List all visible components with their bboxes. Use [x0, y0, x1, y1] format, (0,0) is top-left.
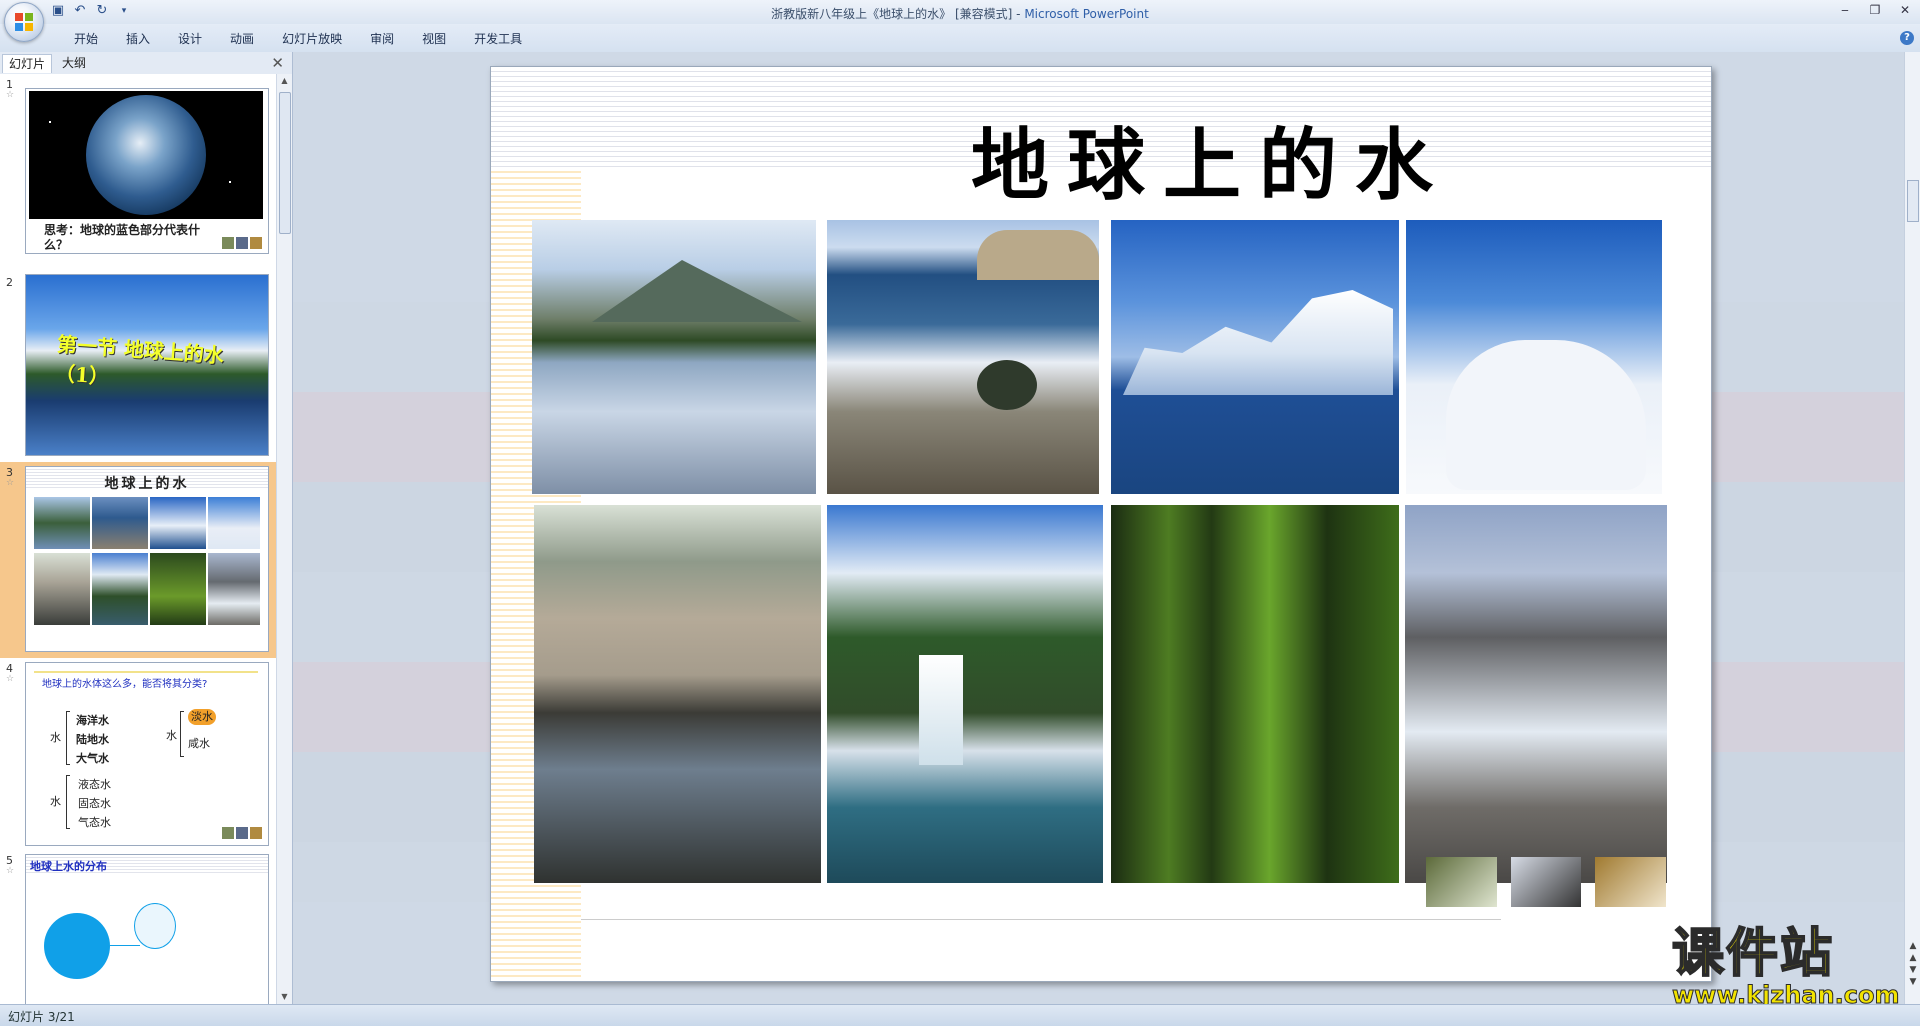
- clouds-sky-photo[interactable]: [1406, 220, 1662, 494]
- scroll-thumb[interactable]: [1907, 180, 1919, 222]
- tab-animations[interactable]: 动画: [216, 30, 268, 48]
- current-slide[interactable]: 地球上的水: [490, 66, 1712, 982]
- slide-title[interactable]: 地球上的水: [791, 103, 1631, 215]
- thumbnail-slide: 地球上的水: [25, 466, 269, 652]
- prev-slide-icon[interactable]: ▲ ▲: [1905, 940, 1920, 964]
- glacier-photo[interactable]: [1405, 505, 1667, 883]
- panel-scrollbar[interactable]: ▲ ▼: [276, 74, 292, 1004]
- thumbnail-heading: 地球上的水体这么多，能否将其分类?: [42, 679, 208, 690]
- nav-buttons: [222, 237, 262, 249]
- thumbnail-1[interactable]: 1 ☆ 思考：地球的蓝色部分代表什么？: [0, 74, 276, 272]
- tab-home[interactable]: 开始: [60, 30, 112, 48]
- water-label: 水: [166, 729, 177, 742]
- tab-outline[interactable]: 大纲: [56, 54, 92, 72]
- scroll-up-icon[interactable]: ▲: [277, 74, 292, 88]
- thumbnail-5[interactable]: 5 ☆ 地球上水的分布: [0, 850, 276, 1004]
- iceberg-photo[interactable]: [1111, 220, 1399, 494]
- nav-buttons: [222, 827, 262, 839]
- thumbnail-2[interactable]: 2 第一节 地球上的水（1）: [0, 272, 276, 462]
- spring-pool-photo[interactable]: [534, 505, 821, 883]
- tab-developer[interactable]: 开发工具: [460, 30, 536, 48]
- status-bar: 幻灯片 3/21: [0, 1004, 1920, 1026]
- nav-buttons: [1426, 857, 1667, 917]
- office-button[interactable]: [4, 2, 44, 42]
- close-icon[interactable]: ✕: [271, 54, 284, 72]
- office-logo-icon: [15, 13, 33, 31]
- title-bar: ▣ ↶ ↻ ▾ 浙教版新八年级上《地球上的水》 [兼容模式] - Microso…: [0, 0, 1920, 42]
- restore-icon[interactable]: ❐: [1860, 0, 1890, 20]
- tab-insert[interactable]: 插入: [112, 30, 164, 48]
- ocean-shore-photo[interactable]: [827, 220, 1099, 494]
- classification-list-3: 淡水 咸水: [188, 709, 216, 757]
- thumbnail-slide: 地球上水的分布: [25, 854, 269, 1004]
- star-icon: ☆: [6, 478, 15, 488]
- panel-tabs: 幻灯片 大纲 ✕: [0, 52, 292, 75]
- pie-detail-icon: [134, 903, 176, 949]
- forest-photo[interactable]: [1111, 505, 1399, 883]
- next-slide-icon[interactable]: ▼ ▼: [1905, 964, 1920, 988]
- tab-view[interactable]: 视图: [408, 30, 460, 48]
- star-icon: ☆: [6, 674, 15, 684]
- classification-list-2: 液态水 固态水 气态水: [78, 778, 111, 829]
- water-label: 水: [50, 795, 61, 808]
- window-title-text: 浙教版新八年级上《地球上的水》 [兼容模式] -: [771, 7, 1021, 21]
- pie-chart-icon: [44, 913, 110, 979]
- ribbon-tabs: 开始 插入 设计 动画 幻灯片放映 审阅 视图 开发工具: [60, 30, 536, 48]
- window-controls: ‒ ❐ ✕: [1830, 0, 1920, 20]
- close-icon[interactable]: ✕: [1890, 0, 1920, 20]
- tab-review[interactable]: 审阅: [356, 30, 408, 48]
- slide-counter: 幻灯片 3/21: [8, 1010, 75, 1024]
- minimize-icon[interactable]: ‒: [1830, 0, 1860, 20]
- tab-slideshow[interactable]: 幻灯片放映: [268, 30, 356, 48]
- star-icon: ☆: [6, 90, 15, 100]
- tab-slides[interactable]: 幻灯片: [2, 54, 53, 73]
- star-icon: ☆: [6, 866, 15, 876]
- nav-prev-icon[interactable]: [1426, 857, 1497, 907]
- help-icon[interactable]: ?: [1900, 31, 1914, 45]
- thumbnail-list: 1 ☆ 思考：地球的蓝色部分代表什么？ 2 第一节 地球上的水（1） 3 ☆ 地…: [0, 74, 276, 1004]
- thumbnail-slide: 第一节 地球上的水（1）: [25, 274, 269, 456]
- editor-scrollbar[interactable]: ▲ ▲ ▼ ▼: [1904, 52, 1920, 1004]
- watermark: 课件站 www.kjzhan.com: [1671, 924, 1904, 1009]
- thumbnail-slide: 思考：地球的蓝色部分代表什么？: [25, 88, 269, 254]
- window-title: 浙教版新八年级上《地球上的水》 [兼容模式] - Microsoft Power…: [0, 5, 1920, 22]
- thumbnail-heading: 地球上水的分布: [30, 860, 107, 873]
- water-label: 水: [50, 731, 61, 744]
- thumbnail-number: 2: [6, 276, 13, 289]
- scroll-thumb[interactable]: [279, 92, 291, 234]
- nav-next-icon[interactable]: [1595, 857, 1667, 907]
- thumbnail-slide: 地球上的水体这么多，能否将其分类? 水 海洋水 陆地水 大气水 水 液态水 固态…: [25, 662, 269, 846]
- nav-home-icon[interactable]: [1510, 857, 1582, 907]
- earth-image: [29, 91, 263, 219]
- app-name: Microsoft PowerPoint: [1024, 7, 1149, 21]
- thumbnail-4[interactable]: 4 ☆ 地球上的水体这么多，能否将其分类? 水 海洋水 陆地水 大气水 水 液态…: [0, 658, 276, 850]
- classification-list-1: 海洋水 陆地水 大气水: [76, 714, 109, 765]
- watermark-text: 课件站: [1671, 924, 1835, 984]
- thumbnail-3[interactable]: 3 ☆ 地球上的水: [0, 462, 276, 658]
- slides-panel: 幻灯片 大纲 ✕ 1 ☆ 思考：地球的蓝色部分代表什么？ 2 第一节 地球上的水…: [0, 52, 293, 1004]
- mountain-lake-photo[interactable]: [532, 220, 816, 494]
- waterfall-photo[interactable]: [827, 505, 1103, 883]
- tab-design[interactable]: 设计: [164, 30, 216, 48]
- ribbon: 开始 插入 设计 动画 幻灯片放映 审阅 视图 开发工具 ?: [0, 24, 1920, 53]
- scroll-down-icon[interactable]: ▼: [277, 990, 292, 1004]
- thumbnail-title: 地球上的水: [104, 476, 190, 492]
- thumbnail-caption: 思考：地球的蓝色部分代表什么？: [44, 223, 201, 252]
